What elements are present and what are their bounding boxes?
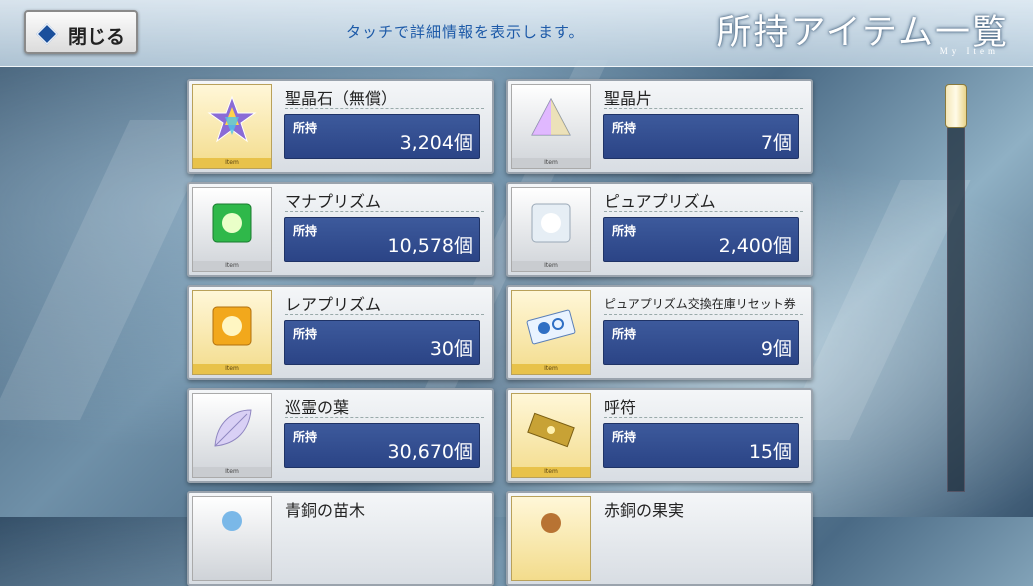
item-count: 10,578個 <box>387 235 473 257</box>
item-divider <box>604 314 803 315</box>
own-label: 所持 <box>293 224 318 238</box>
item-name: マナプリズム <box>285 192 382 211</box>
item-name: 聖晶片 <box>604 89 653 108</box>
item-card[interactable]: Item ピュアプリズム交換在庫リセット券 所持 9個 <box>506 285 813 380</box>
item-divider <box>604 108 803 109</box>
item-card[interactable]: Item 巡霊の葉 所持 30,670個 <box>187 388 494 483</box>
item-count-box: 所持 3,204個 <box>284 114 480 159</box>
item-name: 聖晶石（無償） <box>285 89 398 108</box>
item-icon-frame: Item <box>511 290 591 375</box>
item-count-box: 所持 30個 <box>284 320 480 365</box>
item-name: 青銅の苗木 <box>285 501 366 520</box>
item-count-box: 所持 2,400個 <box>603 217 799 262</box>
spirit-leaf-icon <box>214 409 252 447</box>
quartz-fragment-icon <box>531 97 571 136</box>
item-card[interactable]: Item マナプリズム 所持 10,578個 <box>187 182 494 277</box>
item-count: 9個 <box>760 338 792 360</box>
item-tag: Item <box>512 467 590 477</box>
item-tag: Item <box>193 158 271 168</box>
own-label: 所持 <box>612 224 637 238</box>
item-card[interactable]: Item 聖晶石（無償） 所持 3,204個 <box>187 79 494 174</box>
item-count: 30,670個 <box>387 441 473 463</box>
item-card[interactable]: Item 聖晶片 所持 7個 <box>506 79 813 174</box>
item-icon-frame: Item <box>192 393 272 478</box>
rare-prism-icon <box>212 306 252 346</box>
own-label: 所持 <box>612 430 637 444</box>
close-button-label: 閉じる <box>68 26 126 48</box>
item-divider <box>285 211 484 212</box>
item-icon-frame: Item <box>192 290 272 375</box>
item-count: 2,400個 <box>718 235 792 257</box>
item-card[interactable]: 青銅の苗木 <box>187 491 494 586</box>
item-name: ピュアプリズム交換在庫リセット券 <box>604 297 796 311</box>
item-count-box: 所持 9個 <box>603 320 799 365</box>
summon-ticket-icon <box>527 412 575 448</box>
close-button[interactable]: 閉じる <box>24 10 138 54</box>
item-count-box: 所持 15個 <box>603 423 799 468</box>
scrollbar-thumb[interactable] <box>945 84 967 128</box>
item-card[interactable]: Item ピュアプリズム 所持 2,400個 <box>506 182 813 277</box>
own-label: 所持 <box>293 430 318 444</box>
item-icon-frame: Item <box>192 187 272 272</box>
own-label: 所持 <box>612 327 637 341</box>
item-count-box: 所持 10,578個 <box>284 217 480 262</box>
back-arrow-icon <box>36 23 58 45</box>
item-icon-frame <box>192 496 272 581</box>
bronze-sapling-icon <box>222 511 242 531</box>
item-icon-frame <box>511 496 591 581</box>
item-divider <box>285 417 484 418</box>
copper-fruit-icon <box>541 513 561 533</box>
pure-prism-icon <box>531 203 571 243</box>
item-count: 15個 <box>748 441 792 463</box>
item-divider <box>285 108 484 109</box>
page-subtitle: My Item <box>939 46 999 56</box>
item-divider <box>604 417 803 418</box>
item-tag: Item <box>512 364 590 374</box>
item-count: 7個 <box>760 132 792 154</box>
item-tag: Item <box>193 261 271 271</box>
item-count-box: 所持 7個 <box>603 114 799 159</box>
saint-quartz-icon <box>207 95 257 143</box>
item-card[interactable]: 赤銅の果実 <box>506 491 813 586</box>
scrollbar-track[interactable] <box>947 88 965 492</box>
item-card[interactable]: Item レアプリズム 所持 30個 <box>187 285 494 380</box>
item-name: ピュアプリズム <box>604 192 716 211</box>
item-card[interactable]: Item 呼符 所持 15個 <box>506 388 813 483</box>
item-icon-frame: Item <box>511 84 591 169</box>
own-label: 所持 <box>293 121 318 135</box>
item-tag: Item <box>193 467 271 477</box>
mana-prism-icon <box>212 203 252 243</box>
hint-text: タッチで詳細情報を表示します。 <box>346 23 585 41</box>
item-name: 赤銅の果実 <box>604 501 685 520</box>
item-icon-frame: Item <box>192 84 272 169</box>
item-name: レアプリズム <box>285 295 382 314</box>
item-divider <box>604 211 803 212</box>
own-label: 所持 <box>293 327 318 341</box>
header-bar: 閉じる タッチで詳細情報を表示します。 所持アイテム一覧 My Item <box>0 0 1033 67</box>
item-tag: Item <box>193 364 271 374</box>
item-divider <box>285 314 484 315</box>
item-icon-frame: Item <box>511 393 591 478</box>
item-tag: Item <box>512 261 590 271</box>
item-name: 呼符 <box>604 398 637 417</box>
own-label: 所持 <box>612 121 637 135</box>
item-count: 30個 <box>429 338 473 360</box>
item-tag: Item <box>512 158 590 168</box>
item-count: 3,204個 <box>399 132 473 154</box>
item-name: 巡霊の葉 <box>285 398 350 417</box>
item-icon-frame: Item <box>511 187 591 272</box>
item-count-box: 所持 30,670個 <box>284 423 480 468</box>
reset-ticket-icon <box>526 309 576 345</box>
